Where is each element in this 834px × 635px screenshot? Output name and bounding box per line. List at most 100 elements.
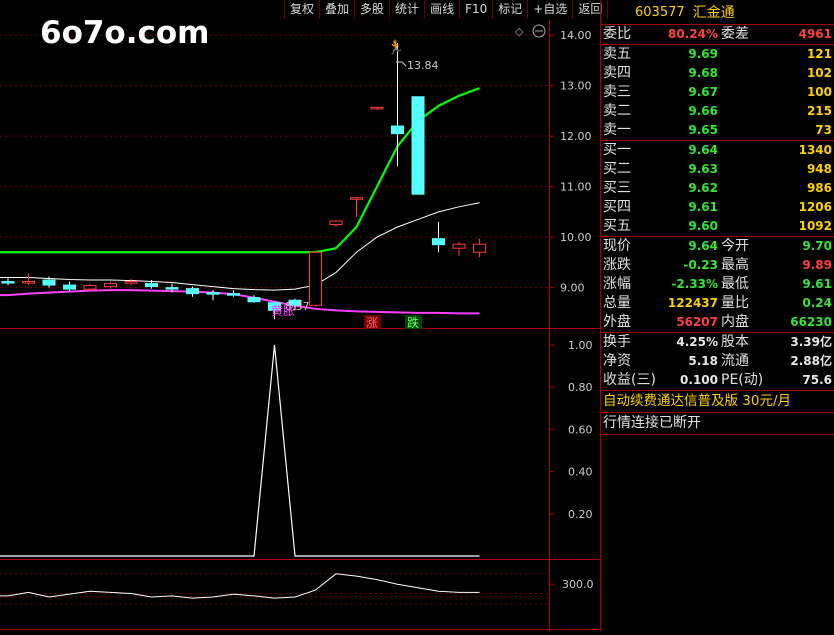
candle-body bbox=[411, 96, 425, 195]
sell-price: 9.69 bbox=[688, 47, 718, 61]
sell-orders: 卖五 9.69 121 卖四 9.68 102 卖三 9.67 100 卖二 9.66 215 卖一 9.… bbox=[601, 44, 834, 140]
sell-price: 9.68 bbox=[688, 66, 718, 80]
candle-body bbox=[473, 243, 486, 253]
candle-body bbox=[165, 287, 179, 290]
stat-row: 涨幅 -2.33% 最低 9.61 bbox=[601, 275, 834, 294]
sell-volume: 100 bbox=[806, 85, 832, 99]
watermark-logo: 6o7o.com bbox=[40, 15, 210, 51]
toolbar-button-0[interactable]: 复权 bbox=[284, 0, 319, 19]
stat-value: 75.6 bbox=[802, 373, 832, 387]
price-tick-label: 9.00 bbox=[560, 282, 585, 295]
candle-body bbox=[350, 197, 363, 200]
ad-banner[interactable]: 自动续费通达信普及版 30元/月 bbox=[601, 390, 834, 412]
toolbar-button-7[interactable]: +自选 bbox=[527, 0, 572, 19]
stat-value: 2.88亿 bbox=[790, 354, 832, 368]
high-annotation: 🏃 13.84 bbox=[387, 39, 439, 72]
ma-green-line bbox=[0, 87, 480, 254]
stat-label: 流通 bbox=[721, 353, 749, 369]
die-badge: 跌 bbox=[405, 315, 422, 330]
stock-code: 603577 bbox=[635, 4, 685, 20]
finance-stats: 换手 4.25% 股本 3.39亿 净资 5.18 流通 2.88亿 收益(三) 0.100 PE(… bbox=[601, 332, 834, 390]
toolbar-button-5[interactable]: F10 bbox=[459, 0, 492, 19]
ind1-tick-label: 0.80 bbox=[568, 381, 593, 394]
stock-header[interactable]: 603577 汇金通 bbox=[601, 0, 834, 25]
ma-white-line bbox=[0, 202, 480, 291]
sell-label: 卖五 bbox=[603, 46, 631, 62]
diamond-icon[interactable]: ◇ bbox=[515, 25, 524, 38]
stat-value: 9.89 bbox=[802, 258, 832, 272]
ind1-tick-label: 0.20 bbox=[568, 508, 593, 521]
price-axis: 14.00 13.00 12.00 11.00 10.00 9.00 bbox=[549, 29, 592, 295]
candle-body bbox=[1, 281, 15, 284]
grid-lines bbox=[0, 34, 549, 289]
svg-text:跌: 跌 bbox=[407, 315, 419, 330]
buy-volume: 1340 bbox=[798, 143, 832, 157]
kline-chart[interactable]: 14.00 13.00 12.00 11.00 10.00 9.00 1.00 0.80 0.… bbox=[0, 0, 600, 631]
stat-label: 涨幅 bbox=[603, 276, 631, 292]
buy-price: 9.62 bbox=[688, 181, 718, 195]
ind1-tick-label: 0.60 bbox=[568, 423, 593, 436]
candle-body bbox=[227, 293, 240, 296]
stat-label: PE(动) bbox=[721, 372, 764, 388]
zhang-badge: 涨 bbox=[364, 315, 381, 330]
ind1-tick-label: 0.40 bbox=[568, 466, 593, 479]
stat-label: 最低 bbox=[721, 276, 749, 292]
toolbar-button-3[interactable]: 统计 bbox=[389, 0, 424, 19]
stat-row: 外盘 56207 内盘 66230 bbox=[601, 313, 834, 332]
toolbar-button-2[interactable]: 多股 bbox=[354, 0, 389, 19]
sell-row: 卖五 9.69 121 bbox=[601, 45, 834, 64]
buy-volume: 1092 bbox=[798, 219, 832, 233]
stat-row: 净资 5.18 流通 2.88亿 bbox=[601, 352, 834, 371]
sell-label: 卖四 bbox=[603, 65, 631, 81]
candle-body bbox=[206, 292, 220, 295]
stat-label: 量比 bbox=[721, 295, 749, 311]
stat-value: 0.100 bbox=[680, 373, 718, 387]
toolbar-button-1[interactable]: 叠加 bbox=[319, 0, 354, 19]
stat-label: 外盘 bbox=[603, 314, 631, 330]
stat-label: 今开 bbox=[721, 238, 749, 254]
stat-value: -2.33% bbox=[671, 277, 718, 291]
buy-price: 9.64 bbox=[688, 143, 718, 157]
indicator2-line bbox=[0, 573, 480, 599]
candle-body bbox=[42, 279, 56, 286]
indicator1-line bbox=[0, 344, 480, 557]
kline-chart-area[interactable]: 14.00 13.00 12.00 11.00 10.00 9.00 1.00 0.80 0.… bbox=[0, 0, 609, 631]
buy-label: 买二 bbox=[603, 161, 631, 177]
sell-label: 卖一 bbox=[603, 122, 631, 138]
buy-row: 买一 9.64 1340 bbox=[601, 141, 834, 160]
candle-body bbox=[309, 251, 322, 306]
buy-orders: 买一 9.64 1340 买二 9.63 948 买三 9.62 986 买四 9.61 1206 买五… bbox=[601, 140, 834, 236]
stat-label: 股本 bbox=[721, 334, 749, 350]
candle-body bbox=[63, 284, 76, 290]
stat-label: 现价 bbox=[603, 238, 631, 254]
ind2-tick-label: 300.0 bbox=[562, 578, 594, 591]
buy-row: 买五 9.60 1092 bbox=[601, 217, 834, 236]
connection-status: 行情连接已断开 bbox=[601, 412, 834, 435]
sell-price: 9.67 bbox=[688, 85, 718, 99]
svg-text:涨: 涨 bbox=[366, 315, 378, 330]
high-label: 13.84 bbox=[407, 59, 439, 72]
chart-frames bbox=[0, 20, 600, 631]
zoom-controls[interactable]: ◇ bbox=[515, 24, 546, 38]
toolbar-button-4[interactable]: 画线 bbox=[424, 0, 459, 19]
sell-row: 卖三 9.67 100 bbox=[601, 83, 834, 102]
candle-body bbox=[145, 283, 158, 288]
stat-value: 66230 bbox=[790, 315, 832, 329]
price-tick-label: 14.00 bbox=[560, 29, 592, 42]
stat-value: 5.18 bbox=[688, 354, 718, 368]
buy-label: 买一 bbox=[603, 142, 631, 158]
stat-row: 总量 122437 量比 0.24 bbox=[601, 294, 834, 313]
price-tick-label: 12.00 bbox=[560, 130, 592, 143]
candle-body bbox=[452, 243, 466, 249]
toolbar-button-6[interactable]: 标记 bbox=[492, 0, 527, 19]
stat-row: 涨跌 -0.23 最高 9.89 bbox=[601, 256, 834, 275]
buy-volume: 986 bbox=[806, 181, 832, 195]
stat-value: 56207 bbox=[676, 315, 718, 329]
price-tick-label: 13.00 bbox=[560, 80, 592, 93]
sell-row: 卖一 9.65 73 bbox=[601, 121, 834, 140]
buy-volume: 1206 bbox=[798, 200, 832, 214]
candles bbox=[1, 43, 486, 320]
candle-body bbox=[186, 288, 199, 295]
candle-body bbox=[83, 285, 97, 290]
stat-label: 内盘 bbox=[721, 314, 749, 330]
